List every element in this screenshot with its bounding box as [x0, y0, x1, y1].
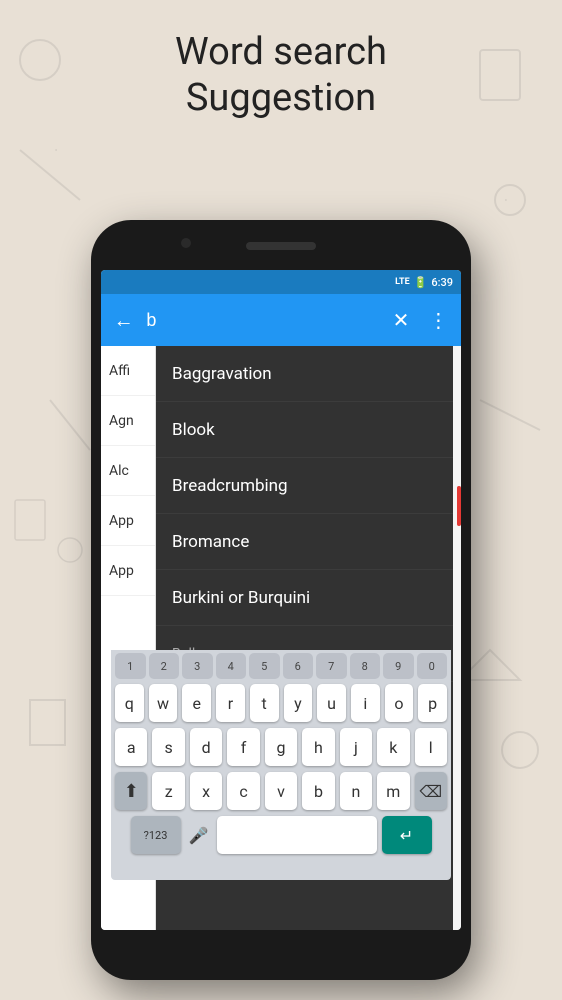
clear-button[interactable]: ✕ [386, 302, 415, 338]
key-k[interactable]: k [377, 728, 409, 766]
key-b[interactable]: b [302, 772, 334, 810]
key-d[interactable]: d [190, 728, 222, 766]
shift-key[interactable]: ⬆ [115, 772, 147, 810]
key-h[interactable]: h [302, 728, 334, 766]
key-4[interactable]: 4 [216, 653, 247, 679]
suggestion-item-burkini[interactable]: Burkini or Burquini [156, 570, 453, 626]
key-p[interactable]: p [418, 684, 447, 722]
keyboard-row-1: q w e r t y u i o p [111, 680, 451, 724]
key-t[interactable]: t [250, 684, 279, 722]
phone-speaker [246, 242, 316, 250]
key-0[interactable]: 0 [417, 653, 448, 679]
key-i[interactable]: i [351, 684, 380, 722]
key-j[interactable]: j [340, 728, 372, 766]
status-time: 6:39 [431, 276, 453, 289]
keyboard-row-4: ?123 🎤 ↵ [111, 812, 451, 856]
keyboard: 1 2 3 4 5 6 7 8 9 0 q w e r t y u i [111, 650, 451, 880]
key-g[interactable]: g [265, 728, 297, 766]
key-l[interactable]: l [415, 728, 447, 766]
suggestion-item-blook[interactable]: Blook [156, 402, 453, 458]
list-item[interactable]: Affi [101, 346, 155, 396]
key-z[interactable]: z [152, 772, 184, 810]
key-n[interactable]: n [340, 772, 372, 810]
back-button[interactable]: ← [109, 302, 138, 338]
list-item[interactable]: Agn [101, 396, 155, 446]
mic-button[interactable]: 🎤 [186, 816, 212, 854]
list-item[interactable]: App [101, 496, 155, 546]
space-key[interactable] [217, 816, 377, 854]
phone-camera [181, 238, 191, 248]
keyboard-row-3: ⬆ z x c v b n m ⌫ [111, 768, 451, 812]
number-row: 1 2 3 4 5 6 7 8 9 0 [111, 650, 451, 680]
key-y[interactable]: y [284, 684, 313, 722]
suggestion-item-breadcrumbing[interactable]: Breadcrumbing [156, 458, 453, 514]
app-bar: ← ✕ ⋮ [101, 294, 461, 346]
page-title: Word search Suggestion [0, 30, 562, 121]
key-3[interactable]: 3 [182, 653, 213, 679]
symbols-key[interactable]: ?123 [131, 816, 181, 854]
key-e[interactable]: e [182, 684, 211, 722]
key-6[interactable]: 6 [283, 653, 314, 679]
search-input[interactable] [146, 306, 378, 335]
key-c[interactable]: c [227, 772, 259, 810]
enter-key[interactable]: ↵ [382, 816, 432, 854]
suggestion-item-bromance[interactable]: Bromance [156, 514, 453, 570]
key-s[interactable]: s [152, 728, 184, 766]
scrollbar[interactable] [453, 346, 461, 930]
key-1[interactable]: 1 [115, 653, 146, 679]
key-2[interactable]: 2 [149, 653, 180, 679]
backspace-key[interactable]: ⌫ [415, 772, 447, 810]
lte-icon: LTE [395, 277, 410, 287]
key-a[interactable]: a [115, 728, 147, 766]
key-o[interactable]: o [385, 684, 414, 722]
battery-icon: 🔋 [414, 276, 428, 289]
key-8[interactable]: 8 [350, 653, 381, 679]
scroll-indicator [457, 486, 461, 526]
key-5[interactable]: 5 [249, 653, 280, 679]
key-m[interactable]: m [377, 772, 409, 810]
more-button[interactable]: ⋮ [424, 302, 453, 338]
key-7[interactable]: 7 [316, 653, 347, 679]
status-bar: LTE 🔋 6:39 [101, 270, 461, 294]
phone-screen: LTE 🔋 6:39 ← ✕ ⋮ Affi Agn Alc App App Ba… [101, 270, 461, 930]
suggestion-item-baggravation[interactable]: Baggravation [156, 346, 453, 402]
list-item[interactable]: Alc [101, 446, 155, 496]
key-9[interactable]: 9 [383, 653, 414, 679]
key-v[interactable]: v [265, 772, 297, 810]
key-r[interactable]: r [216, 684, 245, 722]
key-u[interactable]: u [317, 684, 346, 722]
phone-frame: LTE 🔋 6:39 ← ✕ ⋮ Affi Agn Alc App App Ba… [91, 220, 471, 980]
key-x[interactable]: x [190, 772, 222, 810]
key-w[interactable]: w [149, 684, 178, 722]
key-f[interactable]: f [227, 728, 259, 766]
list-item[interactable]: App [101, 546, 155, 596]
keyboard-row-2: a s d f g h j k l [111, 724, 451, 768]
key-q[interactable]: q [115, 684, 144, 722]
